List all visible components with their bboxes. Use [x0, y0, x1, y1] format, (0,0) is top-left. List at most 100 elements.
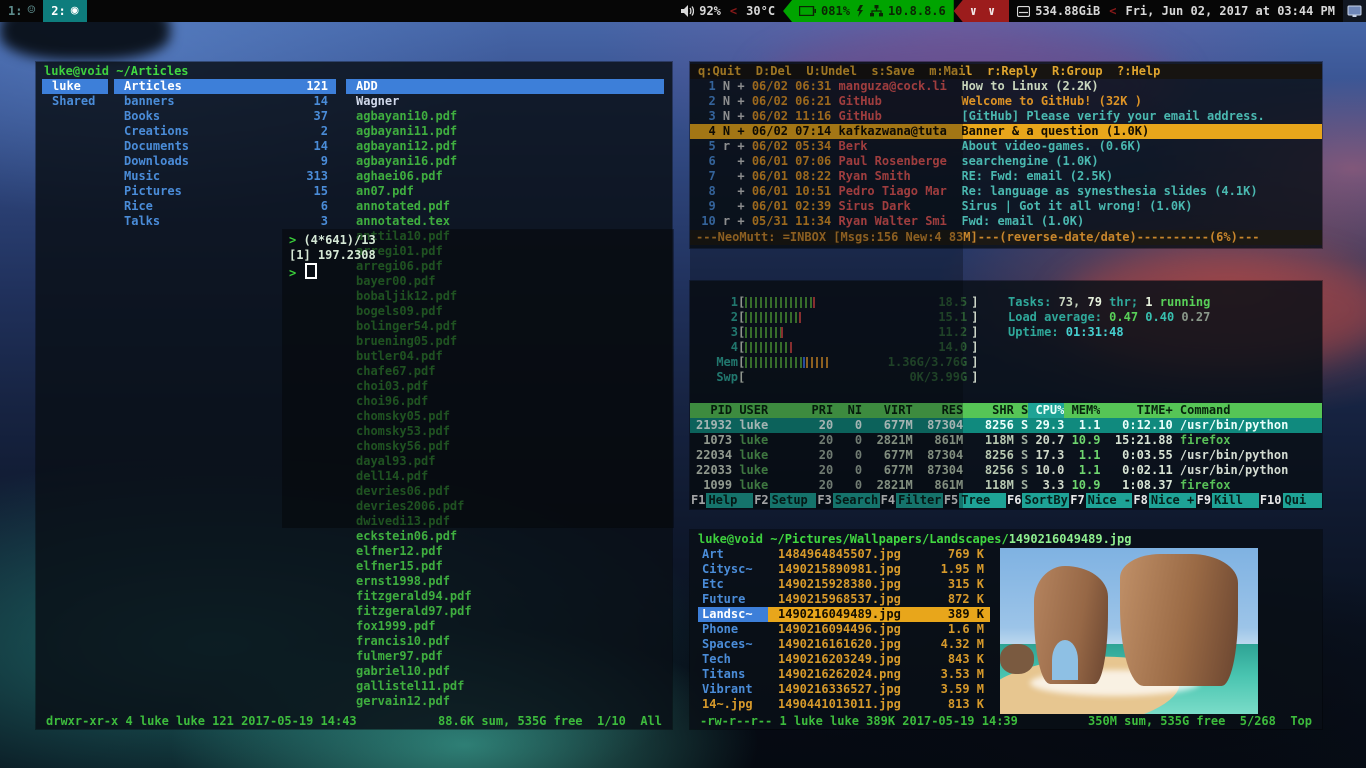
message-row[interactable]: 6 + 06/01 07:06 Paul Rosenberge searchen…: [690, 154, 1322, 169]
file-row[interactable]: 1484964845507.jpg769 K: [768, 547, 990, 562]
file-row[interactable]: 1490215928380.jpg315 K: [768, 577, 990, 592]
dir-row[interactable]: Rice6: [114, 199, 336, 214]
file-row[interactable]: aghaei06.pdf: [346, 169, 664, 184]
process-row[interactable]: 22034luke200677M873048256S17.31.10:03.55…: [690, 448, 1322, 463]
dir-row[interactable]: Articles121: [114, 79, 336, 94]
column-header-shr: SHR: [963, 403, 1014, 418]
dir-row[interactable]: Tech: [698, 652, 770, 667]
message-row[interactable]: 2 N + 06/02 06:21 GitHub Welcome to GitH…: [690, 94, 1322, 109]
dir-row[interactable]: banners14: [114, 94, 336, 109]
file-row[interactable]: annotated.pdf: [346, 199, 664, 214]
fkey-f8[interactable]: F8Nice +: [1132, 492, 1195, 508]
battery-network-module[interactable]: 081% 10.8.8.6: [783, 0, 954, 22]
dir-name: Talks: [124, 214, 160, 229]
file-row[interactable]: eckstein06.pdf: [346, 529, 664, 544]
message-row[interactable]: 8 + 06/01 10:51 Pedro Tiago Mar Re: lang…: [690, 184, 1322, 199]
message-row[interactable]: 4 N + 06/02 07:14 kafkazwana@tuta Banner…: [690, 124, 1322, 139]
dir-count: 9: [321, 154, 336, 169]
dir-row[interactable]: Phone: [698, 622, 770, 637]
dir-row[interactable]: Citysc~: [698, 562, 770, 577]
fkey-f4[interactable]: F4Filter: [880, 492, 943, 508]
file-row[interactable]: francis10.pdf: [346, 634, 664, 649]
preview-dir-row[interactable]: Wagner: [346, 94, 664, 109]
dir-row[interactable]: Pictures15: [114, 184, 336, 199]
message-row[interactable]: 9 + 06/01 02:39 Sirus Dark Sirus | Got i…: [690, 199, 1322, 214]
disk-module[interactable]: 534.88GiB: [1009, 0, 1108, 22]
file-name: gervain12.pdf: [356, 694, 450, 708]
dir-row[interactable]: Books37: [114, 109, 336, 124]
dir-row[interactable]: Talks3: [114, 214, 336, 229]
file-row[interactable]: 1490216161620.jpg4.32 M: [768, 637, 990, 652]
file-name: 1490215968537.jpg: [778, 592, 901, 607]
message-row[interactable]: 1 N + 06/02 06:31 manguza@cock.li How to…: [690, 79, 1322, 94]
file-row[interactable]: gervain12.pdf: [346, 694, 664, 709]
workspace-2[interactable]: 2: ◉: [43, 0, 86, 22]
file-row[interactable]: agbayani10.pdf: [346, 109, 664, 124]
file-row[interactable]: fox1999.pdf: [346, 619, 664, 634]
tray-monitor-icon[interactable]: [1343, 0, 1366, 22]
dir-row[interactable]: 14~.jpg: [698, 697, 770, 712]
file-row[interactable]: 1490441013011.jpg813 K: [768, 697, 990, 712]
workspace-1[interactable]: 1: ☺: [0, 0, 43, 22]
bracket: [: [738, 310, 745, 325]
dir-row[interactable]: Titans: [698, 667, 770, 682]
fkey-f6[interactable]: F6SortBy: [1006, 492, 1069, 508]
process-row[interactable]: 21932luke200677M873048256S29.31.10:12.10…: [690, 418, 1322, 433]
message-row[interactable]: 3 N + 06/02 11:16 GitHub [GitHub] Please…: [690, 109, 1322, 124]
fkey-f3[interactable]: F3Search: [816, 492, 879, 508]
parent-dir-row[interactable]: luke: [42, 79, 108, 94]
dir-row[interactable]: Art: [698, 547, 770, 562]
file-row[interactable]: fitzgerald94.pdf: [346, 589, 664, 604]
file-row[interactable]: agbayani16.pdf: [346, 154, 664, 169]
file-row[interactable]: 1490215968537.jpg872 K: [768, 592, 990, 607]
file-row[interactable]: gallistel11.pdf: [346, 679, 664, 694]
message-row[interactable]: 7 + 06/01 08:22 Ryan Smith RE: Fwd: emai…: [690, 169, 1322, 184]
file-row[interactable]: 1490216094496.jpg1.6 M: [768, 622, 990, 637]
fkey-f1[interactable]: F1Help: [690, 492, 753, 508]
file-row[interactable]: 1490216203249.jpg843 K: [768, 652, 990, 667]
file-row[interactable]: fulmer97.pdf: [346, 649, 664, 664]
process-row[interactable]: 1099luke2002821M861M118MS3.310.91:08.37f…: [690, 478, 1322, 493]
dir-row[interactable]: Vibrant: [698, 682, 770, 697]
file-row[interactable]: annotated.tex: [346, 214, 664, 229]
message-row[interactable]: 5 r + 06/02 05:34 Berk About video-games…: [690, 139, 1322, 154]
file-row[interactable]: agbayani11.pdf: [346, 124, 664, 139]
preview-dir-row[interactable]: ADD: [346, 79, 664, 94]
fkey-f5[interactable]: F5Tree: [943, 492, 1006, 508]
file-row[interactable]: 1490216262024.png3.53 M: [768, 667, 990, 682]
volume-module[interactable]: 92%: [673, 0, 729, 22]
dir-row[interactable]: Future: [698, 592, 770, 607]
dir-row[interactable]: Etc: [698, 577, 770, 592]
process-row[interactable]: 1073luke2002821M861M118MS20.710.915:21.8…: [690, 433, 1322, 448]
dir-row[interactable]: Downloads9: [114, 154, 336, 169]
parent-dir-row[interactable]: Shared: [42, 94, 108, 109]
fkey-f9[interactable]: F9Kill: [1196, 492, 1259, 508]
dir-row[interactable]: Spaces~: [698, 637, 770, 652]
message-row[interactable]: 10 r + 05/31 11:34 Ryan Walter Smi Fwd: …: [690, 214, 1322, 229]
dir-row[interactable]: Documents14: [114, 139, 336, 154]
file-row[interactable]: elfner12.pdf: [346, 544, 664, 559]
dir-row[interactable]: Landsc~: [698, 607, 770, 622]
text: [954, 169, 961, 184]
file-row[interactable]: gabriel10.pdf: [346, 664, 664, 679]
window-calculator-terminal[interactable]: > (4*641)/13[1] 197.2308>: [283, 230, 673, 527]
updates-module[interactable]: ∨ ∨: [954, 0, 1009, 22]
fkey-f10[interactable]: F10Qui: [1259, 492, 1322, 508]
dir-count: 313: [306, 169, 336, 184]
file-row[interactable]: an07.pdf: [346, 184, 664, 199]
file-row[interactable]: elfner15.pdf: [346, 559, 664, 574]
clock-module[interactable]: Fri, Jun 02, 2017 at 03:44 PM: [1117, 0, 1343, 22]
file-row[interactable]: agbayani12.pdf: [346, 139, 664, 154]
file-row[interactable]: 1490216049489.jpg389 K: [768, 607, 990, 622]
file-row[interactable]: 1490215890981.jpg1.95 M: [768, 562, 990, 577]
dir-row[interactable]: Music313: [114, 169, 336, 184]
fkey-f2[interactable]: F2Setup: [753, 492, 816, 508]
temperature-module[interactable]: 30°C: [738, 0, 783, 22]
process-table-header[interactable]: PIDUSERPRINIVIRTRESSHRSCPU%MEM%TIME+Comm…: [690, 403, 1322, 418]
dir-row[interactable]: Creations2: [114, 124, 336, 139]
file-row[interactable]: fitzgerald97.pdf: [346, 604, 664, 619]
process-row[interactable]: 22033luke200677M873048256S10.01.10:02.11…: [690, 463, 1322, 478]
file-row[interactable]: 1490216336527.jpg3.59 M: [768, 682, 990, 697]
fkey-f7[interactable]: F7Nice -: [1069, 492, 1132, 508]
file-row[interactable]: ernst1998.pdf: [346, 574, 664, 589]
